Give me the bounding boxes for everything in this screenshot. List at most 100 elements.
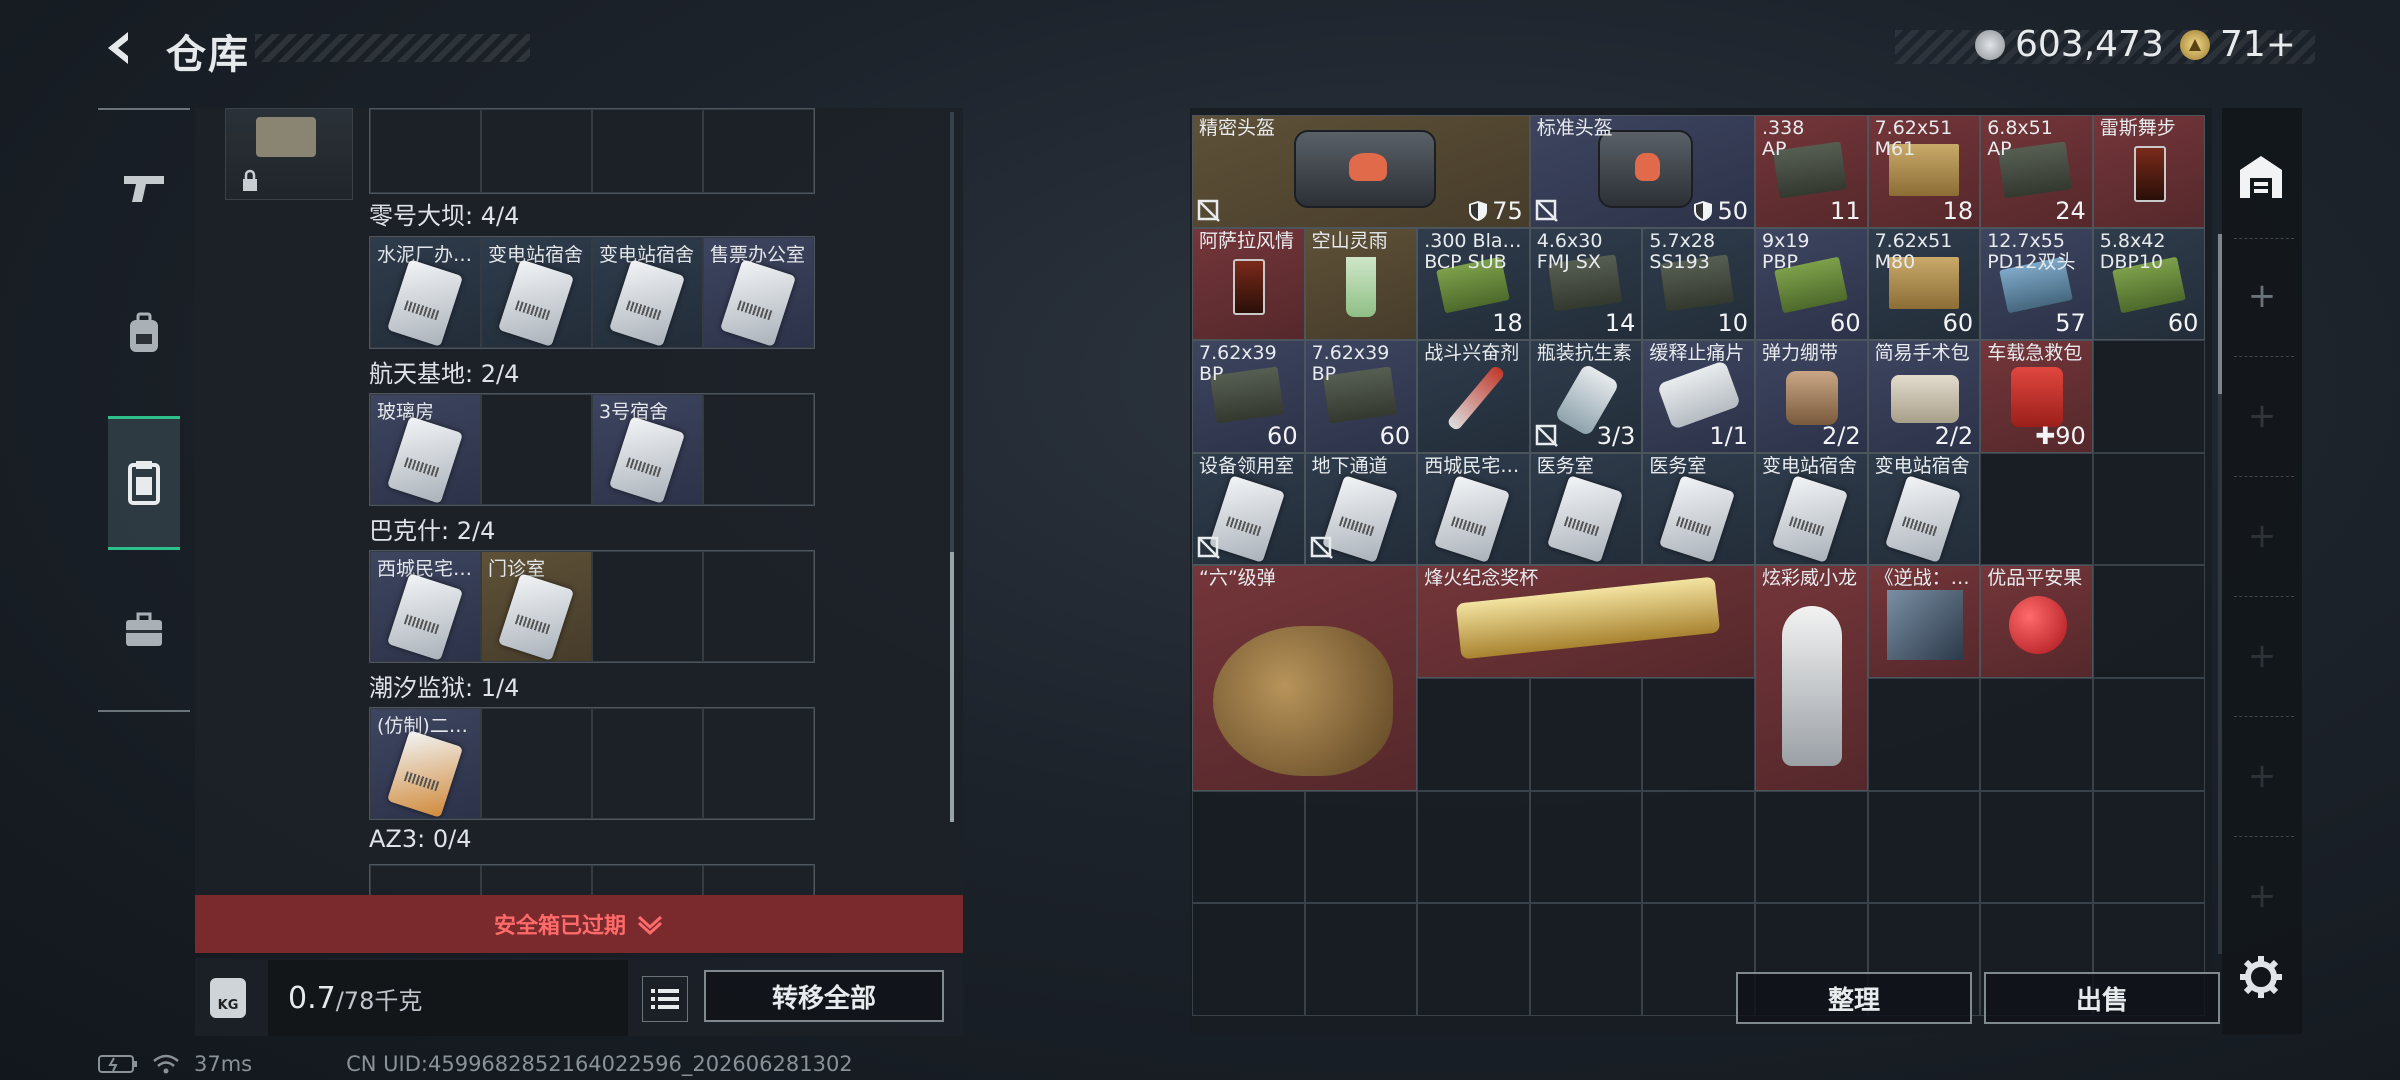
stash-item[interactable]: 弹力绷带 2/2 — [1755, 340, 1868, 453]
empty-slot[interactable] — [592, 865, 703, 898]
keycard-slot[interactable]: 变电站宿舍 — [481, 237, 592, 348]
keycard-slot[interactable]: 玻璃房 — [370, 394, 481, 505]
stash-cell[interactable] — [1304, 790, 1418, 904]
stash-item[interactable]: 烽火纪念奖杯 — [1417, 565, 1755, 678]
stash-item[interactable]: .338 AP 11 — [1755, 115, 1868, 228]
empty-slot[interactable] — [370, 865, 481, 898]
add-stash-tab-button[interactable]: + — [2244, 756, 2280, 796]
stash-item[interactable]: 5.8x42 DBP10 60 — [2092, 227, 2206, 341]
sort-button[interactable]: 整理 — [1736, 972, 1972, 1024]
stash-item[interactable]: 变电站宿舍 — [1755, 452, 1868, 566]
add-stash-tab-button[interactable]: + — [2244, 636, 2280, 676]
keycard-slot[interactable]: (仿制)二… — [370, 708, 481, 819]
safe-box-tab[interactable] — [108, 416, 180, 550]
left-scrollbar[interactable] — [950, 112, 954, 822]
weapons-tab[interactable] — [108, 152, 180, 224]
stash-item[interactable]: 缓释止痛片 1/1 — [1642, 340, 1755, 453]
keycard-slot[interactable]: 水泥厂办… — [370, 237, 481, 348]
stash-cell[interactable] — [1529, 903, 1643, 1016]
empty-slot[interactable] — [481, 708, 592, 819]
grid-cell[interactable] — [703, 109, 814, 193]
stash-item[interactable]: 7.62x51 M61 18 — [1867, 115, 1981, 228]
keycard-slot[interactable]: 西城民宅… — [370, 551, 481, 662]
list-view-button[interactable] — [642, 976, 688, 1022]
stash-item[interactable]: “六”级弹 — [1192, 565, 1418, 791]
stash-item[interactable]: 4.6x30 FMJ SX 14 — [1529, 227, 1643, 341]
stash-cell[interactable] — [1304, 903, 1418, 1016]
add-stash-tab-button[interactable]: + — [2244, 516, 2280, 556]
add-stash-tab-button[interactable]: + — [2244, 396, 2280, 436]
empty-slot[interactable] — [481, 394, 592, 505]
briefcase-tab[interactable] — [108, 594, 180, 666]
stash-cell[interactable] — [1529, 677, 1643, 791]
settings-button[interactable] — [2238, 954, 2284, 1000]
stash-item[interactable]: 医务室 — [1529, 452, 1643, 566]
empty-slot[interactable] — [703, 551, 814, 662]
stash-item[interactable]: 炫彩威小龙 — [1755, 565, 1868, 791]
empty-slot[interactable] — [592, 708, 703, 819]
stash-item[interactable]: 12.7x55 PD12双头 57 — [1980, 227, 2093, 341]
stash-item[interactable]: 9x19 PBP 60 — [1755, 227, 1868, 341]
stash-cell[interactable] — [1192, 903, 1305, 1016]
transfer-all-button[interactable]: 转移全部 — [704, 970, 944, 1022]
stash-item[interactable]: 阿萨拉风情 — [1192, 227, 1305, 341]
stash-item[interactable]: 精密头盔 75 — [1192, 115, 1530, 228]
stash-item[interactable]: 设备领用室 — [1192, 452, 1305, 566]
stash-cell[interactable] — [1980, 677, 2093, 791]
stash-item[interactable]: .300 Bla… BCP SUB 18 — [1417, 227, 1530, 341]
stash-cell[interactable] — [1642, 790, 1755, 904]
add-stash-tab-button[interactable]: + — [2244, 276, 2280, 316]
safe-box-item[interactable] — [225, 108, 353, 200]
empty-slot[interactable] — [703, 708, 814, 819]
back-arrow-icon[interactable] — [98, 26, 142, 70]
stash-cell[interactable] — [1642, 677, 1755, 791]
stash-item[interactable]: 变电站宿舍 — [1867, 452, 1981, 566]
keycard-slot[interactable]: 门诊室 — [481, 551, 592, 662]
stash-cell[interactable] — [1417, 677, 1530, 791]
stash-item[interactable]: 7.62x39 BP 60 — [1192, 340, 1305, 453]
stash-item[interactable]: 医务室 — [1642, 452, 1755, 566]
stash-cell[interactable] — [1192, 790, 1305, 904]
stash-cell[interactable] — [1867, 677, 1981, 791]
grid-cell[interactable] — [481, 109, 592, 193]
stash-item[interactable]: 标准头盔 50 — [1529, 115, 1755, 228]
stash-item[interactable]: 简易手术包 2/2 — [1867, 340, 1981, 453]
grid-cell[interactable] — [592, 109, 703, 193]
stash-item[interactable]: 西城民宅… — [1417, 452, 1530, 566]
empty-slot[interactable] — [703, 394, 814, 505]
stash-item[interactable]: 雷斯舞步 — [2092, 115, 2206, 228]
stash-item[interactable]: 战斗兴奋剂 — [1417, 340, 1530, 453]
empty-slot[interactable] — [592, 551, 703, 662]
safe-box-expired-banner[interactable]: 安全箱已过期 — [195, 895, 963, 953]
stash-item[interactable]: 《逆战：… — [1867, 565, 1981, 678]
gold-currency[interactable]: 71+ — [2180, 24, 2296, 65]
stash-item[interactable]: 5.7x28 SS193 10 — [1642, 227, 1755, 341]
keycard-slot[interactable]: 售票办公室 — [703, 237, 814, 348]
stash-item[interactable]: 7.62x39 BP 60 — [1304, 340, 1418, 453]
stash-item[interactable]: 优品平安果 — [1980, 565, 2093, 678]
stash-cell[interactable] — [2092, 790, 2206, 904]
empty-slot[interactable] — [703, 865, 814, 898]
stash-item[interactable]: 空山灵雨 — [1304, 227, 1418, 341]
stash-item[interactable]: 7.62x51 M80 60 — [1867, 227, 1981, 341]
stash-cell[interactable] — [1867, 790, 1981, 904]
stash-cell[interactable] — [2092, 677, 2206, 791]
stash-item[interactable]: 地下通道 — [1304, 452, 1418, 566]
stash-home-tab[interactable] — [2236, 152, 2286, 202]
add-stash-tab-button[interactable]: + — [2244, 876, 2280, 916]
stash-cell[interactable] — [1980, 452, 2093, 566]
stash-cell[interactable] — [1754, 790, 1868, 904]
backpack-tab[interactable] — [108, 298, 180, 370]
keycard-slot[interactable]: 3号宿舍 — [592, 394, 703, 505]
keycard-slot[interactable]: 变电站宿舍 — [592, 237, 703, 348]
stash-cell[interactable] — [1980, 790, 2093, 904]
stash-item[interactable]: 6.8x51 AP 24 — [1980, 115, 2093, 228]
stash-cell[interactable] — [1529, 790, 1643, 904]
stash-cell[interactable] — [1417, 790, 1530, 904]
stash-item[interactable]: 车载急救包 ✚90 — [1980, 340, 2093, 453]
stash-cell[interactable] — [1417, 903, 1530, 1016]
stash-cell[interactable] — [2092, 340, 2206, 453]
sell-button[interactable]: 出售 — [1984, 972, 2220, 1024]
left-scrollbar-thumb[interactable] — [950, 552, 954, 822]
stash-cell[interactable] — [2092, 565, 2206, 678]
